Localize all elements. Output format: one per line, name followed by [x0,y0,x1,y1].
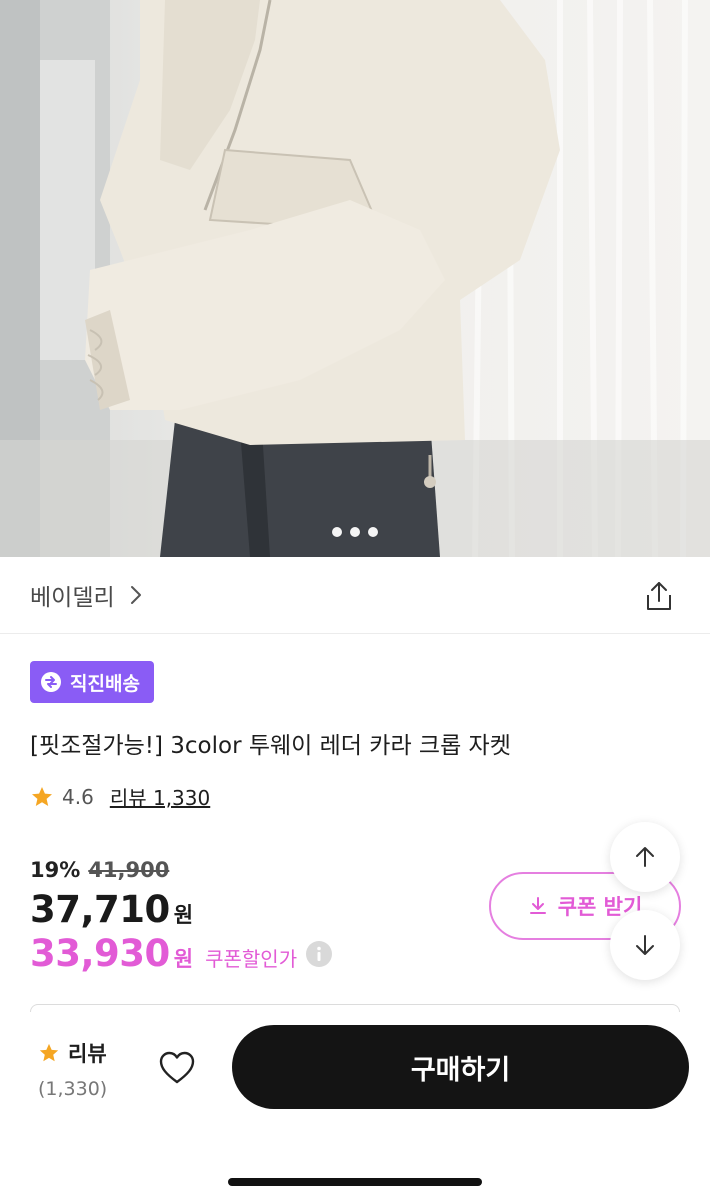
star-icon [39,1043,59,1062]
discount-percent: 19% [30,858,81,882]
rating-row: 4.6 리뷰 1,330 [30,782,210,811]
product-image[interactable] [0,0,710,557]
coupon-price-label: 쿠폰할인가 [205,947,298,971]
original-price: 41,900 [88,858,170,882]
discount-row: 19% 41,900 [30,858,169,882]
coupon-price: 33,930 [30,932,170,975]
bottom-action-bar: 리뷰 (1,330) 구매하기 [0,1012,710,1200]
jacket-photo [0,0,710,557]
bottom-review-button[interactable]: 리뷰 (1,330) [38,1038,107,1100]
pager-dot[interactable] [368,527,378,537]
coupon-price-currency: 원 [173,947,194,971]
review-link[interactable]: 리뷰 1,330 [110,782,210,811]
coupon-price-row: 33,930 원 쿠폰할인가 [30,932,333,975]
brand-name[interactable]: 베이델리 [30,578,115,612]
scroll-top-button[interactable] [610,822,680,892]
star-icon [32,786,52,806]
bottom-review-count: (1,330) [38,1078,108,1100]
info-icon[interactable] [305,940,333,968]
sale-price-row: 37,710 원 [30,888,193,931]
direct-shipping-badge: 직진배송 [30,661,154,703]
arrow-up-icon [636,847,654,867]
pager-dot[interactable] [332,527,342,537]
pager-dots[interactable] [0,527,710,537]
heart-icon[interactable] [158,1050,196,1086]
share-icon[interactable] [642,579,676,613]
sale-price: 37,710 [30,888,170,931]
pager-dot[interactable] [350,527,360,537]
download-icon [529,897,546,914]
chevron-right-icon [130,586,141,604]
brand-row[interactable]: 베이델리 [0,557,710,634]
badge-label: 직진배송 [70,672,140,695]
sale-price-currency: 원 [173,903,194,927]
buy-button[interactable]: 구매하기 [232,1025,689,1109]
direct-shipping-icon [41,672,61,692]
scroll-bottom-button[interactable] [610,910,680,980]
rating-value: 4.6 [62,784,94,809]
arrow-down-icon [636,935,654,955]
home-indicator [228,1178,482,1186]
product-title: [핏조절가능!] 3color 투웨이 레더 카라 크롭 자켓 [30,733,511,759]
bottom-review-label: 리뷰 [68,1042,107,1066]
